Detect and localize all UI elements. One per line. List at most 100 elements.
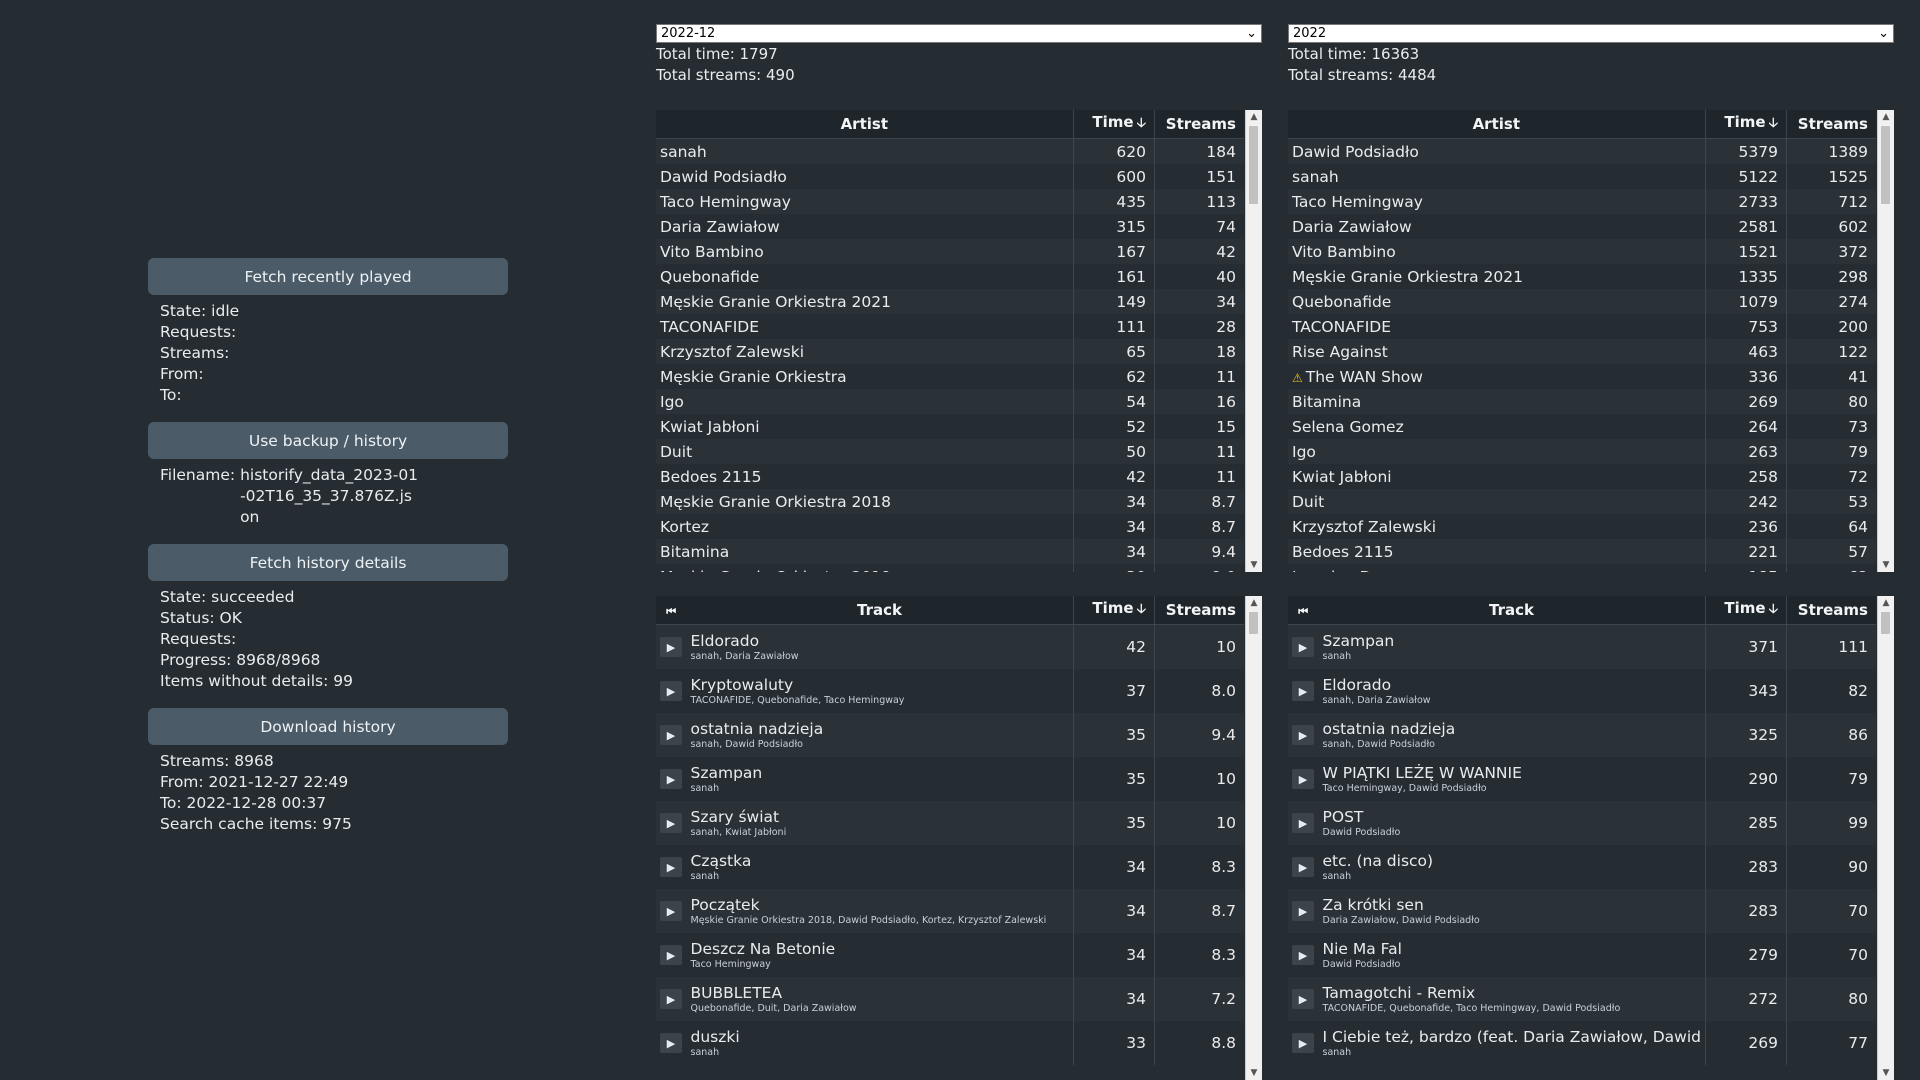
use-backup-button[interactable]: Use backup / history: [148, 422, 508, 459]
artist-row[interactable]: Męskie Granie Orkiestra 2021 1335 298: [1288, 264, 1876, 289]
play-icon[interactable]: ▶: [660, 989, 682, 1010]
scroll-down-icon[interactable]: ▼: [1246, 558, 1262, 572]
artist-row[interactable]: Bitamina 34 9.4: [656, 539, 1244, 564]
play-icon[interactable]: ▶: [1292, 901, 1314, 922]
artist-row[interactable]: Męskie Granie Orkiestra 2021 149 34: [656, 289, 1244, 314]
play-icon[interactable]: ▶: [660, 637, 682, 658]
artist-row[interactable]: Bedoes 2115 42 11: [656, 464, 1244, 489]
play-icon[interactable]: ▶: [1292, 989, 1314, 1010]
track-column-header[interactable]: Track: [686, 596, 1074, 625]
streams-column-header[interactable]: Streams: [1154, 110, 1244, 139]
artist-scrollbar[interactable]: ▲ ▼: [1245, 110, 1262, 572]
download-history-button[interactable]: Download history: [148, 708, 508, 745]
artist-column-header[interactable]: Artist: [1288, 110, 1706, 139]
play-icon[interactable]: ▶: [1292, 681, 1314, 702]
scroll-down-icon[interactable]: ▼: [1878, 558, 1894, 572]
track-row[interactable]: ▶ I Ciebie też, bardzo (feat. Daria Zawia…: [1288, 1021, 1876, 1065]
artist-row[interactable]: ⚠ The WAN Show 336 41: [1288, 364, 1876, 389]
play-icon[interactable]: ▶: [660, 945, 682, 966]
scroll-up-icon[interactable]: ▲: [1878, 596, 1894, 610]
play-icon[interactable]: ▶: [660, 769, 682, 790]
artist-row[interactable]: Męskie Granie Orkiestra 2018 34 8.7: [656, 489, 1244, 514]
scroll-down-icon[interactable]: ▼: [1246, 1066, 1262, 1080]
play-icon[interactable]: ▶: [660, 857, 682, 878]
fetch-history-details-button[interactable]: Fetch history details: [148, 544, 508, 581]
track-row[interactable]: ▶ W PIĄTKI LEŻĘ W WANNIE Taco Hemingway, D…: [1288, 757, 1876, 801]
track-row[interactable]: ▶ etc. (na disco) sanah 283 90: [1288, 845, 1876, 889]
track-row[interactable]: ▶ Nie Ma Fal Dawid Podsiadło 279 70: [1288, 933, 1876, 977]
artist-row[interactable]: Daria Zawiałow 2581 602: [1288, 214, 1876, 239]
artist-row[interactable]: sanah 5122 1525: [1288, 164, 1876, 189]
artist-row[interactable]: Quebonafide 1079 274: [1288, 289, 1876, 314]
track-scrollbar[interactable]: ▲ ▼: [1245, 596, 1262, 1080]
artist-row[interactable]: Igo 263 79: [1288, 439, 1876, 464]
play-icon[interactable]: ▶: [660, 901, 682, 922]
track-scrollbar[interactable]: ▲ ▼: [1877, 596, 1894, 1080]
track-row[interactable]: ▶ Eldorado sanah, Daria Zawiałow 343 82: [1288, 669, 1876, 713]
artist-row[interactable]: Krzysztof Zalewski 236 64: [1288, 514, 1876, 539]
streams-column-header[interactable]: Streams: [1154, 596, 1244, 625]
artist-row[interactable]: Męskie Granie Orkiestra 62 11: [656, 364, 1244, 389]
artist-row[interactable]: Bitamina 269 80: [1288, 389, 1876, 414]
track-row[interactable]: ▶ Szary świat sanah, Kwiat Jabłoni 35 10: [656, 801, 1244, 845]
artist-row[interactable]: Kortez 34 8.7: [656, 514, 1244, 539]
scroll-thumb[interactable]: [1881, 126, 1890, 204]
play-icon[interactable]: ▶: [660, 1033, 682, 1054]
artist-row[interactable]: Vito Bambino 167 42: [656, 239, 1244, 264]
play-icon[interactable]: ▶: [1292, 813, 1314, 834]
time-column-header[interactable]: Time 🡣: [1073, 110, 1155, 139]
track-row[interactable]: ▶ Kryptowaluty TACONAFIDE, Quebonafide, Ta…: [656, 669, 1244, 713]
artist-row[interactable]: Selena Gomez 264 73: [1288, 414, 1876, 439]
track-row[interactable]: ▶ Tamagotchi - Remix TACONAFIDE, Quebonafi…: [1288, 977, 1876, 1021]
artist-row[interactable]: Kwiat Jabłoni 52 15: [656, 414, 1244, 439]
track-row[interactable]: ▶ BUBBLETEA Quebonafide, Duit, Daria Zawia…: [656, 977, 1244, 1021]
artist-row[interactable]: Imagine Dragons 18562: [1288, 564, 1876, 572]
play-icon[interactable]: ▶: [660, 813, 682, 834]
play-icon[interactable]: ▶: [1292, 769, 1314, 790]
track-row[interactable]: ▶ Za krótki sen Daria Zawiałow, Dawid Pods…: [1288, 889, 1876, 933]
artist-row[interactable]: Quebonafide 161 40: [656, 264, 1244, 289]
scroll-down-icon[interactable]: ▼: [1878, 1066, 1894, 1080]
artist-row[interactable]: Dawid Podsiadło 5379 1389: [1288, 138, 1876, 164]
play-all-button[interactable]: ⏮: [1288, 596, 1319, 625]
artist-row[interactable]: Taco Hemingway 2733 712: [1288, 189, 1876, 214]
scroll-up-icon[interactable]: ▲: [1246, 110, 1262, 124]
track-row[interactable]: ▶ ostatnia nadzieja sanah, Dawid Podsiadło…: [656, 713, 1244, 757]
play-icon[interactable]: ▶: [1292, 857, 1314, 878]
artist-row[interactable]: Duit 50 11: [656, 439, 1244, 464]
track-column-header[interactable]: Track: [1318, 596, 1706, 625]
streams-column-header[interactable]: Streams: [1786, 110, 1876, 139]
play-icon[interactable]: ▶: [660, 725, 682, 746]
artist-row[interactable]: Taco Hemingway 435 113: [656, 189, 1244, 214]
scroll-up-icon[interactable]: ▲: [1246, 596, 1262, 610]
scroll-up-icon[interactable]: ▲: [1878, 110, 1894, 124]
play-icon[interactable]: ▶: [1292, 1033, 1314, 1054]
artist-scrollbar[interactable]: ▲ ▼: [1877, 110, 1894, 572]
scroll-thumb[interactable]: [1249, 126, 1258, 204]
artist-row[interactable]: Dawid Podsiadło 600 151: [656, 164, 1244, 189]
play-icon[interactable]: ▶: [1292, 637, 1314, 658]
play-icon[interactable]: ▶: [1292, 725, 1314, 746]
artist-row[interactable]: sanah 620 184: [656, 138, 1244, 164]
time-column-header[interactable]: Time 🡣: [1073, 596, 1155, 625]
streams-column-header[interactable]: Streams: [1786, 596, 1876, 625]
artist-row[interactable]: Bedoes 2115 221 57: [1288, 539, 1876, 564]
artist-row[interactable]: Vito Bambino 1521 372: [1288, 239, 1876, 264]
track-row[interactable]: ▶ Szampan sanah 35 10: [656, 757, 1244, 801]
artist-row[interactable]: Męskie Granie Orkiestra 2019 309.0: [656, 564, 1244, 572]
play-icon[interactable]: ▶: [1292, 945, 1314, 966]
artist-row[interactable]: Duit 242 53: [1288, 489, 1876, 514]
artist-column-header[interactable]: Artist: [656, 110, 1074, 139]
artist-row[interactable]: Krzysztof Zalewski 65 18: [656, 339, 1244, 364]
track-row[interactable]: ▶ duszki sanah 33 8.8: [656, 1021, 1244, 1065]
play-icon[interactable]: ▶: [660, 681, 682, 702]
artist-row[interactable]: Daria Zawiałow 315 74: [656, 214, 1244, 239]
track-row[interactable]: ▶ Szampan sanah 371 111: [1288, 624, 1876, 669]
time-column-header[interactable]: Time 🡣: [1705, 596, 1787, 625]
track-row[interactable]: ▶ Deszcz Na Betonie Taco Hemingway 34 8.3: [656, 933, 1244, 977]
scroll-thumb[interactable]: [1881, 612, 1890, 634]
track-row[interactable]: ▶ POST Dawid Podsiadło 285 99: [1288, 801, 1876, 845]
period-select[interactable]: 2022-12 ⌄: [656, 24, 1262, 43]
time-column-header[interactable]: Time 🡣: [1705, 110, 1787, 139]
track-row[interactable]: ▶ Początek Męskie Granie Orkiestra 2018, D…: [656, 889, 1244, 933]
